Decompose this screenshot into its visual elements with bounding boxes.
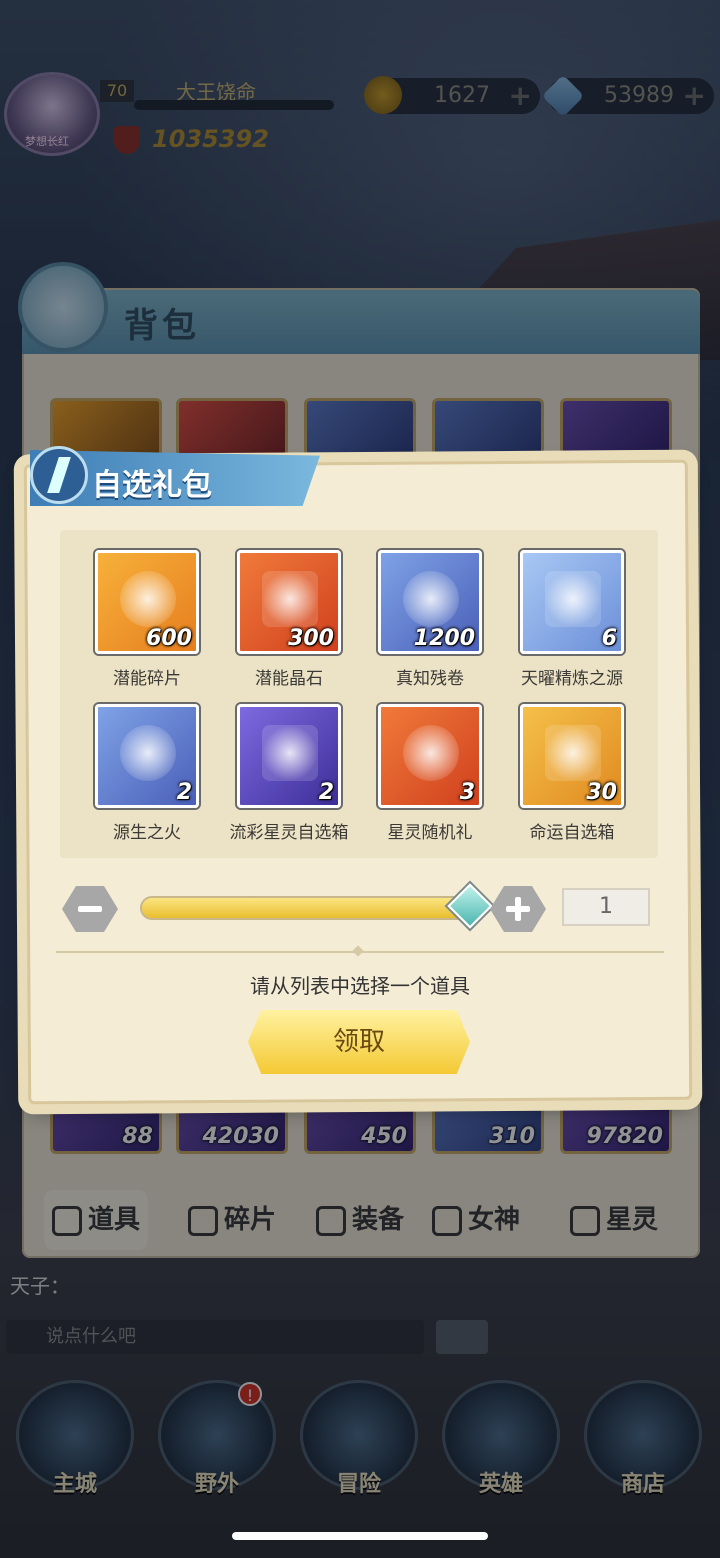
gold-chest-icon bbox=[545, 725, 601, 781]
tower-icon bbox=[545, 571, 601, 627]
gift-item[interactable]: 2 bbox=[95, 704, 199, 808]
gift-item[interactable]: 1200 bbox=[378, 550, 482, 654]
quill-icon bbox=[30, 446, 88, 504]
item-name: 命运自选箱 bbox=[529, 823, 615, 843]
item-name: 天曜精炼之源 bbox=[521, 669, 623, 689]
divider bbox=[56, 951, 664, 953]
item-name: 星灵随机礼 bbox=[387, 823, 473, 843]
mystery-chest-icon bbox=[403, 725, 459, 781]
quantity-slider[interactable] bbox=[140, 883, 493, 929]
item-count: 1200 bbox=[413, 626, 475, 651]
item-count: 3 bbox=[459, 780, 475, 805]
item-count: 2 bbox=[176, 780, 192, 805]
gift-item[interactable]: 2 bbox=[237, 704, 341, 808]
item-count: 600 bbox=[146, 626, 192, 651]
home-indicator[interactable] bbox=[232, 1532, 488, 1540]
item-name: 潜能碎片 bbox=[113, 669, 181, 689]
item-count: 300 bbox=[288, 626, 334, 651]
item-name: 源生之火 bbox=[113, 823, 181, 843]
item-name: 潜能晶石 bbox=[255, 669, 323, 689]
gift-item[interactable]: 600 bbox=[95, 550, 199, 654]
claim-button[interactable]: 领取 bbox=[248, 1010, 470, 1074]
gift-item[interactable]: 6 bbox=[520, 550, 624, 654]
item-count: 6 bbox=[601, 626, 617, 651]
scroll-icon bbox=[403, 571, 459, 627]
item-name: 流彩星灵自选箱 bbox=[229, 823, 349, 843]
chest-icon bbox=[262, 725, 318, 781]
gift-item[interactable]: 3 bbox=[378, 704, 482, 808]
crystal-star-icon bbox=[262, 571, 318, 627]
flame-orb-icon bbox=[120, 725, 176, 781]
gift-item[interactable]: 300 bbox=[237, 550, 341, 654]
shard-icon bbox=[120, 571, 176, 627]
slider-fill bbox=[142, 898, 474, 918]
item-name: 真知残卷 bbox=[396, 669, 464, 689]
quantity-field[interactable]: 1 bbox=[562, 888, 650, 926]
gift-item[interactable]: 30 bbox=[520, 704, 624, 808]
item-count: 30 bbox=[586, 780, 617, 805]
select-hint: 请从列表中选择一个道具 bbox=[250, 974, 470, 998]
dialog-title: 自选礼包 bbox=[92, 468, 212, 503]
item-count: 2 bbox=[318, 780, 334, 805]
